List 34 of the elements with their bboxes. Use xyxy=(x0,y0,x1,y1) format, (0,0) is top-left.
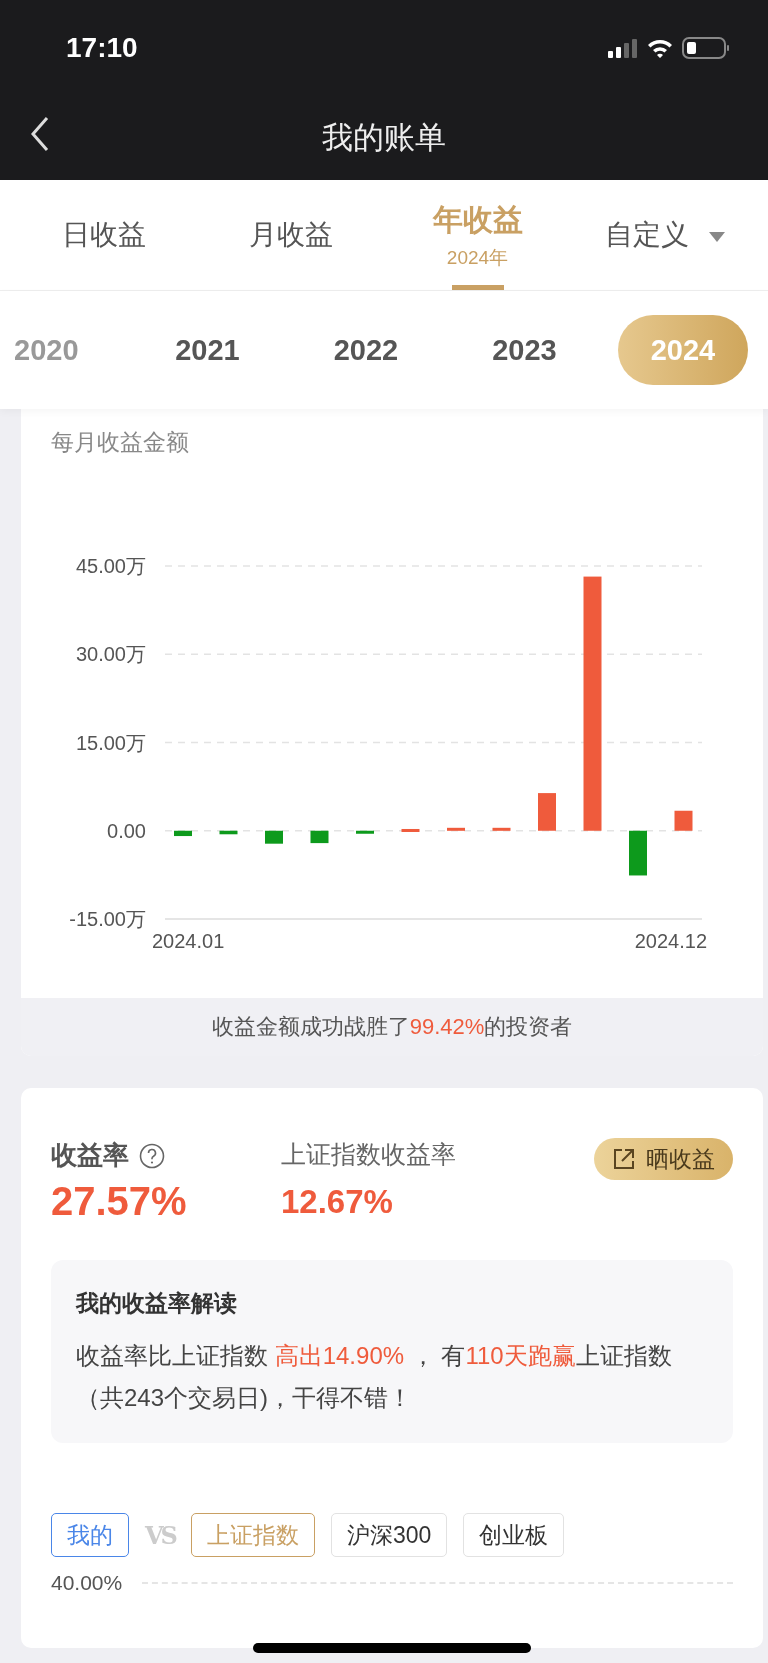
year-chip[interactable]: 2021 xyxy=(142,315,273,385)
ranking-text: 收益金额成功战胜了99.42%的投资者 xyxy=(211,1013,573,1041)
rate-value: 27.57% xyxy=(51,1179,188,1224)
status-time: 17:10 xyxy=(66,32,138,64)
share-icon xyxy=(612,1147,636,1171)
wifi-icon xyxy=(646,37,674,59)
chart-title: 每月收益金额 xyxy=(51,428,190,457)
compare-tag[interactable]: 沪深300 xyxy=(330,1513,448,1557)
rate-label: 收益率 xyxy=(51,1139,129,1172)
index-rate-label: 上证指数收益率 xyxy=(281,1139,457,1170)
index-rate-value: 12.67% xyxy=(281,1183,394,1221)
axis-label: 2024.12 xyxy=(634,930,707,952)
interpretation-title: 我的收益率解读 xyxy=(76,1289,238,1318)
axis-label: -15.00万 xyxy=(69,908,146,930)
compare-tag[interactable]: 创业板 xyxy=(463,1513,565,1557)
period-tab[interactable]: 月收益 xyxy=(197,180,384,290)
axis-label: 30.00万 xyxy=(75,643,146,666)
axis-label: 40.00% xyxy=(51,1571,123,1595)
axis-label: 0.00 xyxy=(107,819,146,842)
period-tab[interactable]: 日收益 xyxy=(10,180,197,290)
year-chip[interactable]: 2023 xyxy=(459,315,590,385)
help-icon[interactable] xyxy=(139,1142,165,1169)
year-chip[interactable]: 2022 xyxy=(301,315,431,385)
period-tab[interactable]: 自定义 xyxy=(571,180,758,290)
battery-icon xyxy=(682,36,730,60)
axis-label: 45.00万 xyxy=(75,555,146,577)
page-title: 我的账单 xyxy=(322,119,446,157)
axis-label: 15.00万 xyxy=(75,731,146,754)
signal-icon xyxy=(608,38,638,58)
interpretation-text: 收益率比上证指数 高出14.90% ， 有110天跑赢上证指数（共243个交易日)，干得不错！ xyxy=(76,1341,673,1413)
compare-tag[interactable]: 我的 xyxy=(51,1513,129,1557)
axis-label: 2024.01 xyxy=(152,930,225,952)
back-icon[interactable] xyxy=(30,116,50,152)
share-button[interactable]: 晒收益 xyxy=(594,1138,733,1180)
